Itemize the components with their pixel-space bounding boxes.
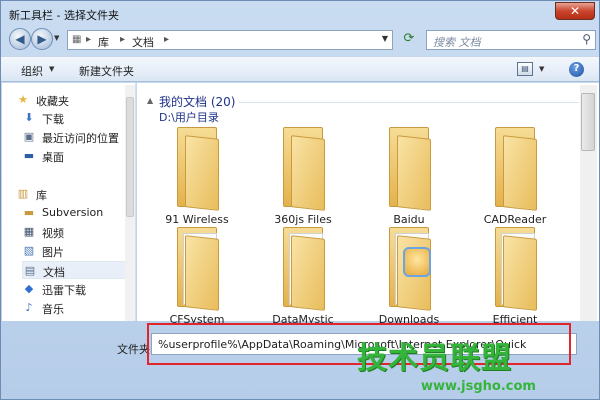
sidebar-item-label: 文档: [43, 266, 65, 279]
recent-pages-dropdown-icon[interactable]: ▼: [54, 34, 62, 44]
folder-item[interactable]: CFSystem: [147, 227, 247, 337]
watermark-logo: 技术员联盟: [357, 341, 512, 376]
folder-item[interactable]: CADReader: [465, 127, 565, 237]
forward-arrow-icon: ▶: [37, 32, 47, 46]
sidebar-item-label: 图片: [42, 246, 64, 259]
folder-name: CADReader: [483, 213, 547, 226]
folder-item[interactable]: 360js Files: [253, 127, 353, 237]
organize-dropdown-icon[interactable]: ▼: [49, 65, 54, 73]
collapse-group-icon[interactable]: ▲: [147, 96, 153, 105]
group-path: D:\用户目录: [159, 111, 219, 124]
sidebar-item-label: 音乐: [42, 303, 64, 316]
search-icon: ⚲: [582, 32, 591, 46]
address-dropdown-icon[interactable]: ▼: [382, 34, 388, 43]
sidebar-item-label: 下载: [42, 113, 64, 126]
sidebar-item-downloads[interactable]: ⬇ 下载: [22, 109, 128, 127]
desktop-icon: ▬: [23, 149, 35, 162]
picture-icon: ▧: [23, 244, 35, 257]
documents-icon: ▤: [24, 264, 36, 277]
close-button[interactable]: ✕: [555, 2, 595, 20]
content-scroll-thumb[interactable]: [581, 93, 595, 151]
star-icon: ★: [18, 93, 28, 106]
back-button[interactable]: ◀: [9, 28, 31, 50]
sidebar-scroll-thumb[interactable]: [126, 97, 134, 217]
folder-item[interactable]: Downloads: [359, 227, 459, 337]
folder-item[interactable]: Efficient: [465, 227, 565, 337]
sidebar-item-label: 最近访问的位置: [42, 132, 119, 145]
sidebar-favorites[interactable]: ★ 收藏夹: [16, 91, 128, 109]
sidebar-item-thunder-downloads[interactable]: ◆ 迅雷下载: [22, 280, 128, 298]
bottom-panel: 文件夹 %userprofile%\AppData\Roaming\Micros…: [1, 323, 599, 399]
file-list: ▲ 我的文档 (20) D:\用户目录 91 Wireless 360js Fi…: [137, 83, 599, 326]
title-bar: 新工具栏 - 选择文件夹 ✕: [1, 1, 599, 27]
view-icon: ▤: [521, 64, 529, 73]
sidebar-item-label: 收藏夹: [36, 95, 69, 108]
command-toolbar: 组织 ▼ 新建文件夹 ▤ ▼ ?: [1, 56, 599, 82]
sidebar-item-label: 迅雷下载: [42, 284, 86, 297]
folder-name: 91 Wireless: [165, 213, 229, 226]
sidebar-libraries[interactable]: ▥ 库: [16, 185, 128, 203]
refresh-button[interactable]: ⟳: [399, 30, 419, 50]
navigation-pane: ★ 收藏夹 ⬇ 下载 ▣ 最近访问的位置 ▬ 桌面 ▥ 库 ▬ Subversi…: [2, 83, 136, 321]
sidebar-item-label: 库: [36, 189, 47, 202]
sidebar-item-pictures[interactable]: ▧ 图片: [22, 242, 128, 260]
breadcrumb-separator[interactable]: ▸: [86, 34, 91, 45]
refresh-icon: ⟳: [403, 31, 415, 46]
video-icon: ▦: [23, 225, 35, 238]
organize-button[interactable]: 组织: [21, 63, 43, 79]
folder-item[interactable]: 91 Wireless: [147, 127, 247, 237]
recent-places-icon: ▣: [23, 130, 35, 143]
music-icon: ♪: [25, 301, 33, 314]
help-icon: ?: [573, 63, 580, 74]
folder-field-label: 文件夹: [117, 343, 150, 356]
folder-name: 360js Files: [274, 213, 332, 226]
sidebar-item-subversion[interactable]: ▬ Subversion: [22, 204, 128, 222]
breadcrumb-library[interactable]: 库: [98, 34, 109, 50]
view-dropdown-icon[interactable]: ▼: [539, 65, 544, 73]
sidebar-item-label: 视频: [42, 227, 64, 240]
folder-name: Baidu: [393, 213, 425, 226]
sidebar-item-desktop[interactable]: ▬ 桌面: [22, 147, 128, 165]
breadcrumb-separator[interactable]: ▸: [164, 34, 169, 45]
sidebar-item-label: 桌面: [42, 151, 64, 164]
thunder-icon: ◆: [24, 282, 34, 295]
breadcrumb-separator[interactable]: ▸: [120, 34, 125, 45]
help-button[interactable]: ?: [569, 62, 584, 77]
folder-item[interactable]: Baidu: [359, 127, 459, 237]
folder-item[interactable]: DataMystic: [253, 227, 353, 337]
watermark-url: www.jsgho.com: [421, 379, 536, 394]
sidebar-item-documents[interactable]: ▤ 文档: [22, 261, 128, 279]
address-bar[interactable]: ▦ ▸ 库 ▸ 文档 ▸ ▼: [67, 30, 393, 50]
library-icon: ▥: [17, 187, 29, 200]
new-folder-button[interactable]: 新建文件夹: [79, 63, 134, 79]
folder-icon: ▬: [23, 206, 35, 219]
dialog-window: 新工具栏 - 选择文件夹 ✕ ◀ ▶ ▼ ▦ ▸ 库 ▸ 文档 ▸ ▼ ⟳ 搜索…: [0, 0, 600, 400]
download-icon: ⬇: [24, 111, 34, 124]
change-view-button[interactable]: ▤: [517, 62, 533, 76]
navigation-bar: ◀ ▶ ▼ ▦ ▸ 库 ▸ 文档 ▸ ▼ ⟳ 搜索 文档 ⚲: [1, 27, 599, 53]
forward-button[interactable]: ▶: [31, 28, 53, 50]
breadcrumb-documents[interactable]: 文档: [132, 34, 154, 50]
back-arrow-icon: ◀: [15, 32, 25, 46]
sidebar-item-music[interactable]: ♪ 音乐: [22, 299, 128, 317]
search-input[interactable]: 搜索 文档 ⚲: [426, 30, 596, 50]
sidebar-item-label: Subversion: [42, 206, 104, 219]
sidebar-item-videos[interactable]: ▦ 视频: [22, 223, 128, 241]
sidebar-item-recent-places[interactable]: ▣ 最近访问的位置: [22, 128, 128, 146]
library-icon: ▦: [72, 34, 82, 45]
divider: [239, 102, 579, 103]
group-title[interactable]: 我的文档 (20): [159, 93, 235, 110]
window-title: 新工具栏 - 选择文件夹: [9, 9, 119, 22]
downloader-app-icon: [403, 247, 431, 277]
search-placeholder: 搜索 文档: [433, 36, 481, 49]
